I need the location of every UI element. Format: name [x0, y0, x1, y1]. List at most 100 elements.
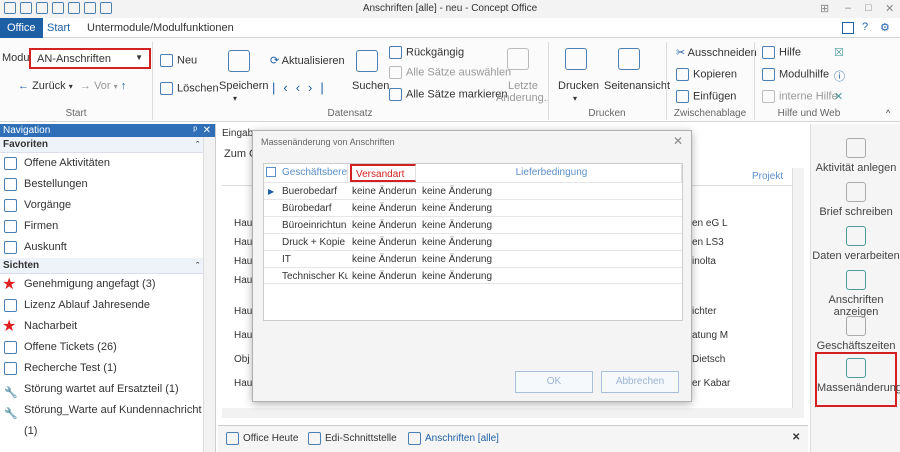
save-button[interactable]: Speichern — [219, 80, 269, 92]
preview-button[interactable]: Seitenansicht — [604, 80, 670, 92]
action-massenaenderung[interactable]: Massenänderung — [815, 352, 900, 407]
grid-hscrollbar[interactable] — [222, 408, 804, 418]
cell-versandart[interactable]: keine Änderun — [352, 251, 416, 268]
nav-item-sicht[interactable]: 🔧 Störung wartet auf Ersatzteil (1) — [0, 379, 215, 400]
cell-geschaeftsbereich[interactable]: IT — [282, 251, 348, 268]
cell-geschaeftsbereich[interactable]: Technischer Ku — [282, 268, 348, 285]
record-navigation[interactable]: |‹‹›| — [272, 80, 332, 95]
calendar-icon[interactable] — [842, 22, 854, 34]
table-row[interactable]: ▶ Buerobedarf keine Änderun keine Änderu… — [264, 182, 682, 199]
nav-item-sicht[interactable]: ★ Nacharbeit — [0, 316, 215, 337]
cell-geschaeftsbereich[interactable]: Druck + Kopie — [282, 234, 348, 251]
action-anschriften-anzeigen[interactable]: Anschriften anzeigen — [811, 270, 900, 318]
forward-button[interactable]: → Vor ▾ ↑ — [80, 80, 126, 92]
action-aktivitaet-anlegen[interactable]: Aktivität anlegen — [811, 138, 900, 174]
copy-button[interactable]: Kopieren — [676, 68, 737, 81]
favoriten-section-header[interactable]: Favoriten ˆ — [0, 137, 215, 153]
nav-item-sicht[interactable]: Offene Tickets (26) — [0, 337, 215, 358]
grid-cell[interactable]: Hau — [234, 214, 252, 233]
print-button[interactable]: Drucken — [558, 80, 599, 92]
action-geschaeftszeiten[interactable]: Geschäftszeiten — [811, 316, 900, 352]
help-icon[interactable]: ? — [862, 21, 868, 33]
pin-icon[interactable]: ᵖ — [193, 124, 197, 137]
grid-cell[interactable]: en eG L — [692, 214, 728, 233]
tab-untermodule[interactable]: Untermodule/Modulfunktionen — [80, 18, 241, 38]
ok-button[interactable]: OK — [515, 371, 593, 393]
bottom-tab-anschriften[interactable]: Anschriften [alle] — [408, 432, 499, 445]
cell-geschaeftsbereich[interactable]: Büroeinrichtun — [282, 217, 348, 234]
grid-cell[interactable]: Hau — [234, 372, 252, 396]
bottom-tab-edi[interactable]: Edi-Schnittstelle — [308, 432, 397, 445]
grid-cell[interactable]: Hau — [234, 252, 252, 271]
nav-item-sicht[interactable]: Lizenz Ablauf Jahresende — [0, 295, 215, 316]
tab-eingabe[interactable]: Eingab — [222, 128, 253, 139]
undo-button[interactable]: Rückgängig — [389, 46, 464, 59]
info-icon[interactable]: ⓘ — [834, 68, 845, 84]
collapse-ribbon-icon[interactable]: ^ — [886, 108, 890, 118]
table-row[interactable]: Bürobedarf keine Änderun keine Änderung — [264, 199, 682, 216]
settings-icon[interactable]: ⚙ — [880, 21, 890, 34]
cell-lieferbedingung[interactable]: keine Änderung — [422, 251, 492, 268]
action-daten-verarbeiten[interactable]: Daten verarbeiten — [811, 226, 900, 262]
close-icon[interactable]: ✕ — [673, 134, 683, 148]
cell-geschaeftsbereich[interactable]: Buerobedarf — [282, 183, 348, 200]
table-row[interactable]: IT keine Änderun keine Änderung — [264, 250, 682, 267]
grid-scrollbar[interactable] — [792, 168, 804, 408]
table-row[interactable]: Büroeinrichtun keine Änderun keine Änder… — [264, 216, 682, 233]
restore-icon[interactable]: ⊞ — [820, 2, 829, 15]
nav-item-sicht[interactable]: ★ Genehmigung angefagt (3) — [0, 274, 215, 295]
back-button[interactable]: ← Zurück ▾ — [18, 80, 73, 92]
maximize-icon[interactable]: □ — [865, 2, 872, 14]
cell-versandart[interactable]: keine Änderun — [352, 217, 416, 234]
column-projekt[interactable]: Projekt — [752, 171, 783, 182]
cut-button[interactable]: ✂ Ausschneiden — [676, 46, 757, 59]
grid-cell[interactable]: Hau — [234, 324, 252, 348]
table-row[interactable]: Technischer Ku keine Änderun keine Änder… — [264, 267, 682, 284]
sichten-section-header[interactable]: Sichten ˆ — [0, 258, 215, 274]
cell-lieferbedingung[interactable]: keine Änderung — [422, 268, 492, 285]
tab-office[interactable]: Office — [0, 18, 43, 38]
cell-lieferbedingung[interactable]: keine Änderung — [422, 183, 492, 200]
nav-item-sicht[interactable]: Recherche Test (1) — [0, 358, 215, 379]
cell-versandart[interactable]: keine Änderun — [352, 183, 416, 200]
grid-cell[interactable]: en LS3 — [692, 233, 728, 252]
nav-item-auskunft[interactable]: Auskunft — [0, 237, 215, 258]
column-versandart[interactable]: Versandart — [350, 164, 416, 182]
modul-select[interactable]: AN-Anschriften ▼ — [29, 48, 151, 69]
refresh-button[interactable]: ⟳ Aktualisieren — [270, 54, 345, 67]
new-button[interactable]: Neu — [160, 54, 197, 67]
grid-cell[interactable]: Dietsch — [692, 348, 730, 372]
table-row[interactable]: Druck + Kopie keine Änderun keine Änderu… — [264, 233, 682, 250]
cell-versandart[interactable]: keine Änderun — [352, 200, 416, 217]
help-button[interactable]: Hilfe — [762, 46, 801, 59]
delete-button[interactable]: Löschen — [160, 82, 219, 95]
cancel-button[interactable]: Abbrechen — [601, 371, 679, 393]
column-geschaeftsbereich[interactable]: Geschäftsberei — [278, 164, 348, 182]
grid-cell[interactable]: Obj — [234, 348, 252, 372]
grid-cell[interactable]: Hau — [234, 300, 252, 324]
cell-lieferbedingung[interactable]: keine Änderung — [422, 217, 492, 234]
cell-geschaeftsbereich[interactable]: Bürobedarf — [282, 200, 348, 217]
grid-options-icon[interactable] — [266, 167, 276, 177]
mark-all-button[interactable]: Alle Sätze markieren — [389, 88, 508, 101]
cell-versandart[interactable]: keine Änderun — [352, 234, 416, 251]
paste-button[interactable]: Einfügen — [676, 90, 736, 103]
cell-lieferbedingung[interactable]: keine Änderung — [422, 234, 492, 251]
web-icon[interactable]: ☒ — [834, 46, 844, 59]
grid-cell[interactable]: atung M — [692, 324, 730, 348]
search-button[interactable]: Suchen — [352, 80, 389, 92]
tab-start[interactable]: Start — [40, 18, 77, 38]
nav-item-vorgaenge[interactable]: Vorgänge — [0, 195, 215, 216]
nav-item-bestellungen[interactable]: Bestellungen — [0, 174, 215, 195]
internal-help-button[interactable]: interne Hilfe — [762, 90, 838, 103]
column-lieferbedingung[interactable]: Lieferbedingung — [418, 164, 682, 182]
navigation-scrollbar[interactable] — [203, 137, 215, 452]
module-help-button[interactable]: Modulhilfe — [762, 68, 829, 81]
grid-cell[interactable]: er Kabar — [692, 372, 730, 396]
nav-item-offene-aktivitaeten[interactable]: Offene Aktivitäten — [0, 153, 215, 174]
close-icon[interactable]: ✕ — [203, 124, 211, 137]
close-icon[interactable]: ✕ — [885, 2, 894, 15]
minimize-icon[interactable]: – — [845, 2, 851, 14]
tools-icon[interactable]: ✕ — [834, 90, 843, 103]
bottom-tab-office-heute[interactable]: Office Heute — [226, 432, 298, 445]
